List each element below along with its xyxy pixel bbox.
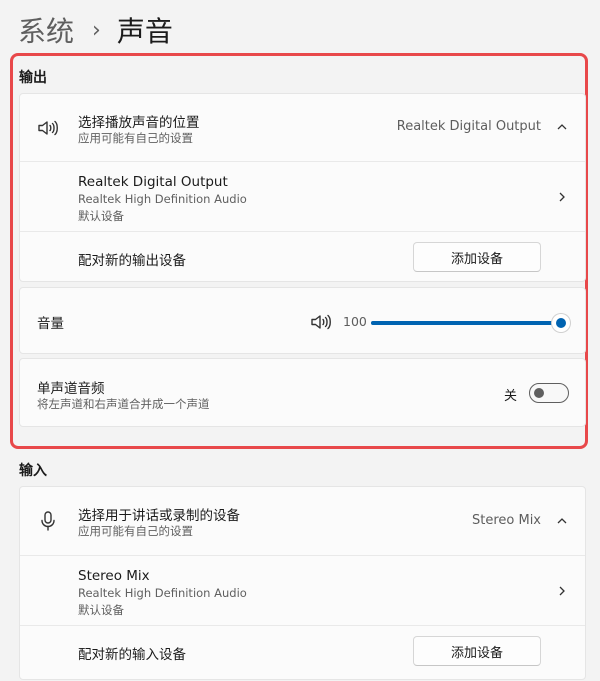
mono-audio-card: 单声道音频 将左声道和右声道合并成一个声道 关: [19, 358, 586, 427]
input-device-row[interactable]: Stereo Mix Realtek High Definition Audio…: [20, 555, 585, 625]
breadcrumb: 系统 › 声音: [18, 10, 173, 50]
toggle-knob: [534, 388, 544, 398]
pair-input-row: 配对新的输入设备 添加设备: [20, 625, 585, 681]
choose-output-subtitle: 应用可能有自己的设置: [78, 131, 193, 145]
volume-label: 音量: [37, 316, 64, 332]
chevron-right-icon: [559, 192, 565, 202]
output-section-label: 输出: [19, 70, 47, 86]
input-device-card: 选择用于讲话或录制的设备 应用可能有自己的设置 Stereo Mix Stere…: [19, 486, 586, 680]
output-device-driver: Realtek High Definition Audio: [78, 192, 247, 206]
input-device-default-label: 默认设备: [78, 603, 124, 617]
pair-input-title: 配对新的输入设备: [78, 647, 186, 663]
speaker-icon: [36, 116, 60, 140]
volume-slider[interactable]: [371, 314, 570, 332]
mono-audio-title: 单声道音频: [37, 381, 105, 397]
input-device-name: Stereo Mix: [78, 568, 150, 584]
mono-audio-state-label: 关: [503, 389, 517, 404]
selected-output-value: Realtek Digital Output: [396, 119, 541, 134]
microphone-icon: [36, 509, 60, 533]
mono-audio-subtitle: 将左声道和右声道合并成一个声道: [37, 397, 210, 411]
pair-output-title: 配对新的输出设备: [78, 253, 186, 269]
output-device-row[interactable]: Realtek Digital Output Realtek High Defi…: [20, 161, 585, 231]
chevron-up-icon[interactable]: [555, 514, 569, 528]
add-output-device-button[interactable]: 添加设备: [413, 242, 541, 272]
volume-slider-thumb[interactable]: [552, 314, 570, 332]
add-input-device-button[interactable]: 添加设备: [413, 636, 541, 666]
chevron-right-icon: [559, 586, 565, 596]
volume-value: 100: [343, 314, 367, 329]
choose-input-row[interactable]: 选择用于讲话或录制的设备 应用可能有自己的设置 Stereo Mix: [20, 487, 585, 555]
volume-card: 音量 100: [19, 287, 586, 354]
choose-output-row[interactable]: 选择播放声音的位置 应用可能有自己的设置 Realtek Digital Out…: [20, 94, 585, 161]
input-section-label: 输入: [19, 463, 47, 479]
output-device-card: 选择播放声音的位置 应用可能有自己的设置 Realtek Digital Out…: [19, 93, 586, 282]
choose-input-subtitle: 应用可能有自己的设置: [78, 524, 193, 538]
pair-output-row: 配对新的输出设备 添加设备: [20, 231, 585, 282]
speaker-volume-icon[interactable]: [309, 310, 333, 334]
input-device-driver: Realtek High Definition Audio: [78, 586, 247, 600]
breadcrumb-system-link[interactable]: 系统: [18, 10, 74, 50]
chevron-up-icon[interactable]: [555, 120, 569, 134]
volume-slider-fill: [371, 321, 561, 325]
choose-output-title: 选择播放声音的位置: [78, 115, 200, 131]
output-device-name: Realtek Digital Output: [78, 174, 228, 190]
page-title: 声音: [116, 15, 173, 48]
mono-audio-toggle[interactable]: [529, 383, 569, 403]
breadcrumb-separator: ›: [92, 17, 101, 43]
selected-input-value: Stereo Mix: [471, 513, 541, 528]
choose-input-title: 选择用于讲话或录制的设备: [78, 508, 240, 524]
output-device-default-label: 默认设备: [78, 209, 124, 223]
